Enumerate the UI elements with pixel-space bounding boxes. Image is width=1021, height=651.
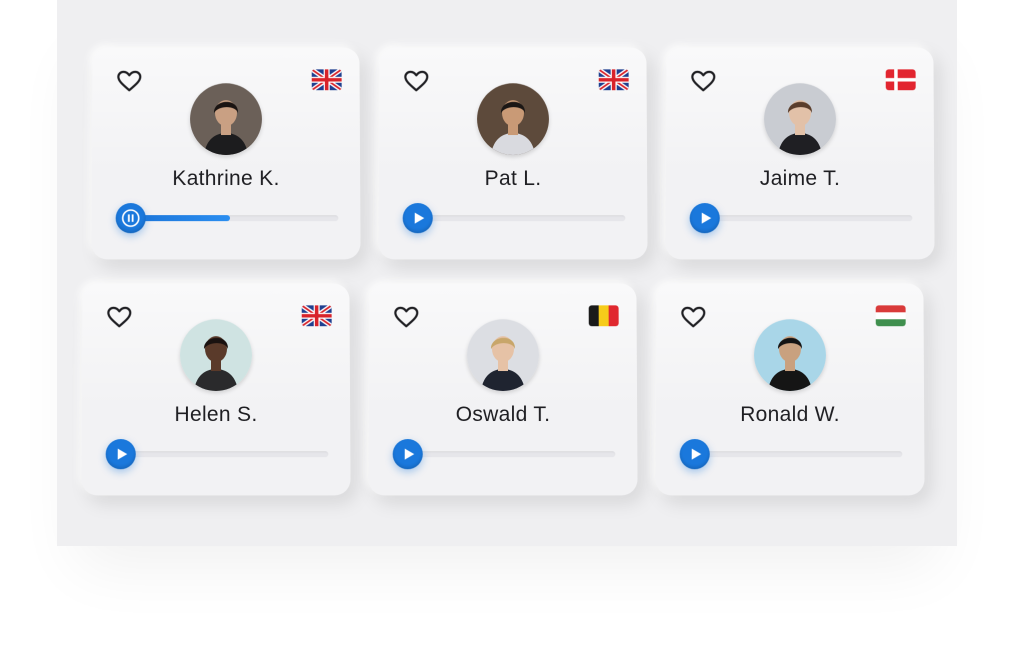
heart-icon[interactable] [403, 69, 429, 93]
speaker-card[interactable]: Ronald W. [655, 283, 925, 496]
audio-progress-track[interactable] [685, 451, 903, 458]
heart-icon[interactable] [690, 69, 716, 93]
avatar [179, 319, 253, 391]
belgium-flag-icon [588, 305, 619, 327]
audio-progress-track[interactable] [121, 215, 339, 222]
avatar [466, 319, 540, 391]
play-button[interactable] [689, 203, 720, 234]
hungary-flag-icon [875, 305, 906, 327]
play-button[interactable] [392, 439, 423, 470]
uk-flag-icon [311, 69, 342, 91]
speaker-card[interactable]: Kathrine K. [91, 47, 361, 260]
audio-progress-track[interactable] [111, 451, 329, 458]
audio-progress-track[interactable] [695, 215, 913, 222]
play-button[interactable] [105, 439, 136, 470]
uk-flag-icon [301, 305, 332, 327]
speaker-card[interactable]: Helen S. [81, 283, 351, 496]
audio-progress-track[interactable] [408, 215, 626, 222]
speaker-name: Pat L. [484, 166, 542, 191]
play-button[interactable] [679, 439, 710, 470]
heart-icon[interactable] [393, 305, 419, 329]
audio-progress-track[interactable] [398, 451, 616, 458]
heart-icon[interactable] [116, 69, 142, 93]
speaker-card[interactable]: Pat L. [378, 47, 648, 260]
heart-icon[interactable] [106, 305, 132, 329]
speaker-name: Kathrine K. [172, 166, 280, 191]
avatar [753, 319, 827, 391]
avatar [476, 83, 550, 155]
uk-flag-icon [598, 69, 629, 91]
speaker-name: Oswald T. [455, 402, 551, 427]
heart-icon[interactable] [680, 305, 706, 329]
denmark-flag-icon [885, 69, 916, 91]
speaker-card[interactable]: Jaime T. [665, 47, 935, 260]
avatar [763, 83, 837, 155]
speaker-name: Ronald W. [740, 402, 840, 427]
speaker-name: Jaime T. [759, 166, 841, 191]
pause-button[interactable] [115, 203, 146, 234]
speaker-name: Helen S. [174, 402, 258, 427]
play-button[interactable] [402, 203, 433, 234]
speaker-card[interactable]: Oswald T. [368, 283, 638, 496]
avatar [189, 83, 263, 155]
